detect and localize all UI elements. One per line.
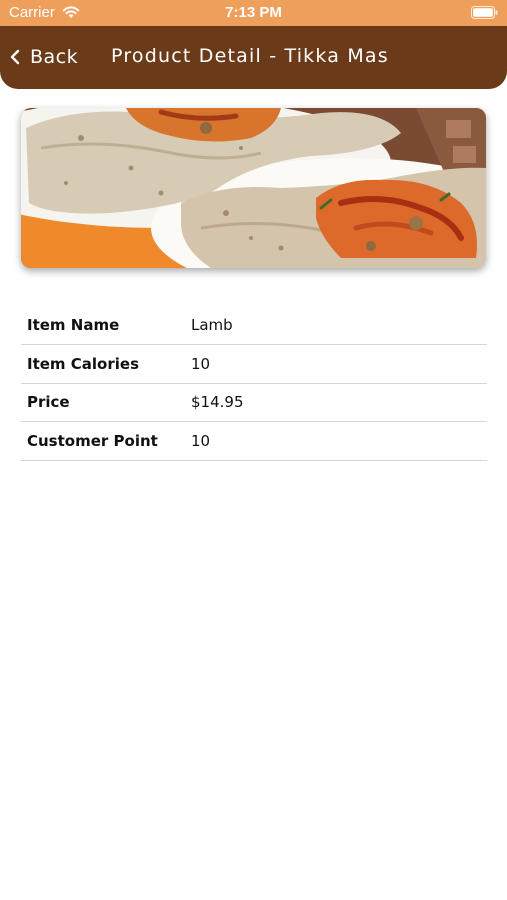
chevron-left-icon [10, 49, 20, 65]
item-calories-label: Item Calories [27, 354, 139, 373]
nav-bar: Back Product Detail - Tikka Mas [0, 26, 507, 89]
table-row: Price $14.95 [21, 383, 487, 422]
status-bar: Carrier 7:13 PM [0, 0, 507, 26]
page-title: Product Detail - Tikka Mas [111, 45, 389, 67]
table-row: Item Name Lamb [21, 306, 487, 345]
battery-icon [471, 6, 498, 19]
item-calories-value: 10 [191, 354, 211, 373]
price-value: $14.95 [191, 393, 244, 412]
back-label: Back [30, 46, 79, 68]
price-label: Price [27, 393, 70, 412]
food-photo [21, 108, 486, 268]
product-image [21, 108, 486, 268]
status-time: 7:13 PM [225, 4, 282, 21]
table-row: Customer Point 10 [21, 422, 487, 460]
table-row: Item Calories 10 [21, 345, 487, 383]
product-details-table: Item Name Lamb Item Calories 10 Price $1… [21, 306, 487, 461]
back-button[interactable]: Back [8, 42, 78, 72]
item-name-value: Lamb [191, 316, 233, 334]
item-name-label: Item Name [27, 316, 120, 334]
customer-point-value: 10 [191, 431, 211, 450]
customer-point-label: Customer Point [27, 431, 158, 450]
